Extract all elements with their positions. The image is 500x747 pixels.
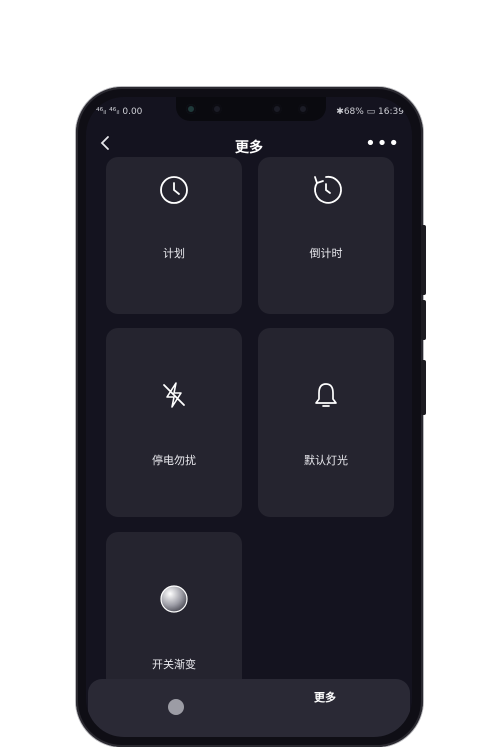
front-camera-icon <box>186 104 196 114</box>
card-countdown[interactable]: 倒计时 <box>258 157 394 314</box>
gradient-circle-icon <box>157 582 191 616</box>
phone-side-button <box>421 360 426 415</box>
card-default-light[interactable]: 默认灯光 <box>258 328 394 517</box>
page-title: 更多 <box>235 140 263 156</box>
clock-icon <box>157 173 191 207</box>
countdown-icon <box>309 173 343 207</box>
status-right-battery-time: ✱68% ▭ 16:39 <box>336 107 404 117</box>
no-power-icon <box>157 378 191 412</box>
sheet-title: 更多 <box>314 691 336 704</box>
card-label: 计划 <box>163 247 185 260</box>
camera-notch <box>176 97 326 121</box>
bell-icon <box>309 378 343 412</box>
nav-bar: 更多 ••• <box>86 131 412 159</box>
status-left-signals: ⁴⁶ᵢₗ ⁴⁶ᵢₗ 0.00 <box>96 107 143 117</box>
card-label: 开关渐变 <box>152 658 196 671</box>
sheet-handle-icon <box>168 699 184 715</box>
ellipsis-icon[interactable]: ••• <box>365 133 400 154</box>
card-schedule[interactable]: 计划 <box>106 157 242 314</box>
sensor-icon <box>298 104 308 114</box>
card-power-off-dnd[interactable]: 停电勿扰 <box>106 328 242 517</box>
phone-screen: ⁴⁶ᵢₗ ⁴⁶ᵢₗ 0.00 ✱68% ▭ 16:39 更多 ••• 计划 倒计… <box>86 97 412 737</box>
bottom-sheet[interactable]: 更多 <box>88 679 410 737</box>
card-label: 倒计时 <box>309 247 343 260</box>
card-label: 停电勿扰 <box>152 454 196 467</box>
sensor-icon <box>212 104 222 114</box>
card-label: 默认灯光 <box>304 454 348 467</box>
status-bar: ⁴⁶ᵢₗ ⁴⁶ᵢₗ 0.00 ✱68% ▭ 16:39 <box>86 97 412 127</box>
phone-side-button <box>421 225 426 295</box>
sensor-icon <box>272 104 282 114</box>
card-fade-switch[interactable]: 开关渐变 <box>106 532 242 702</box>
phone-side-button <box>421 300 426 340</box>
